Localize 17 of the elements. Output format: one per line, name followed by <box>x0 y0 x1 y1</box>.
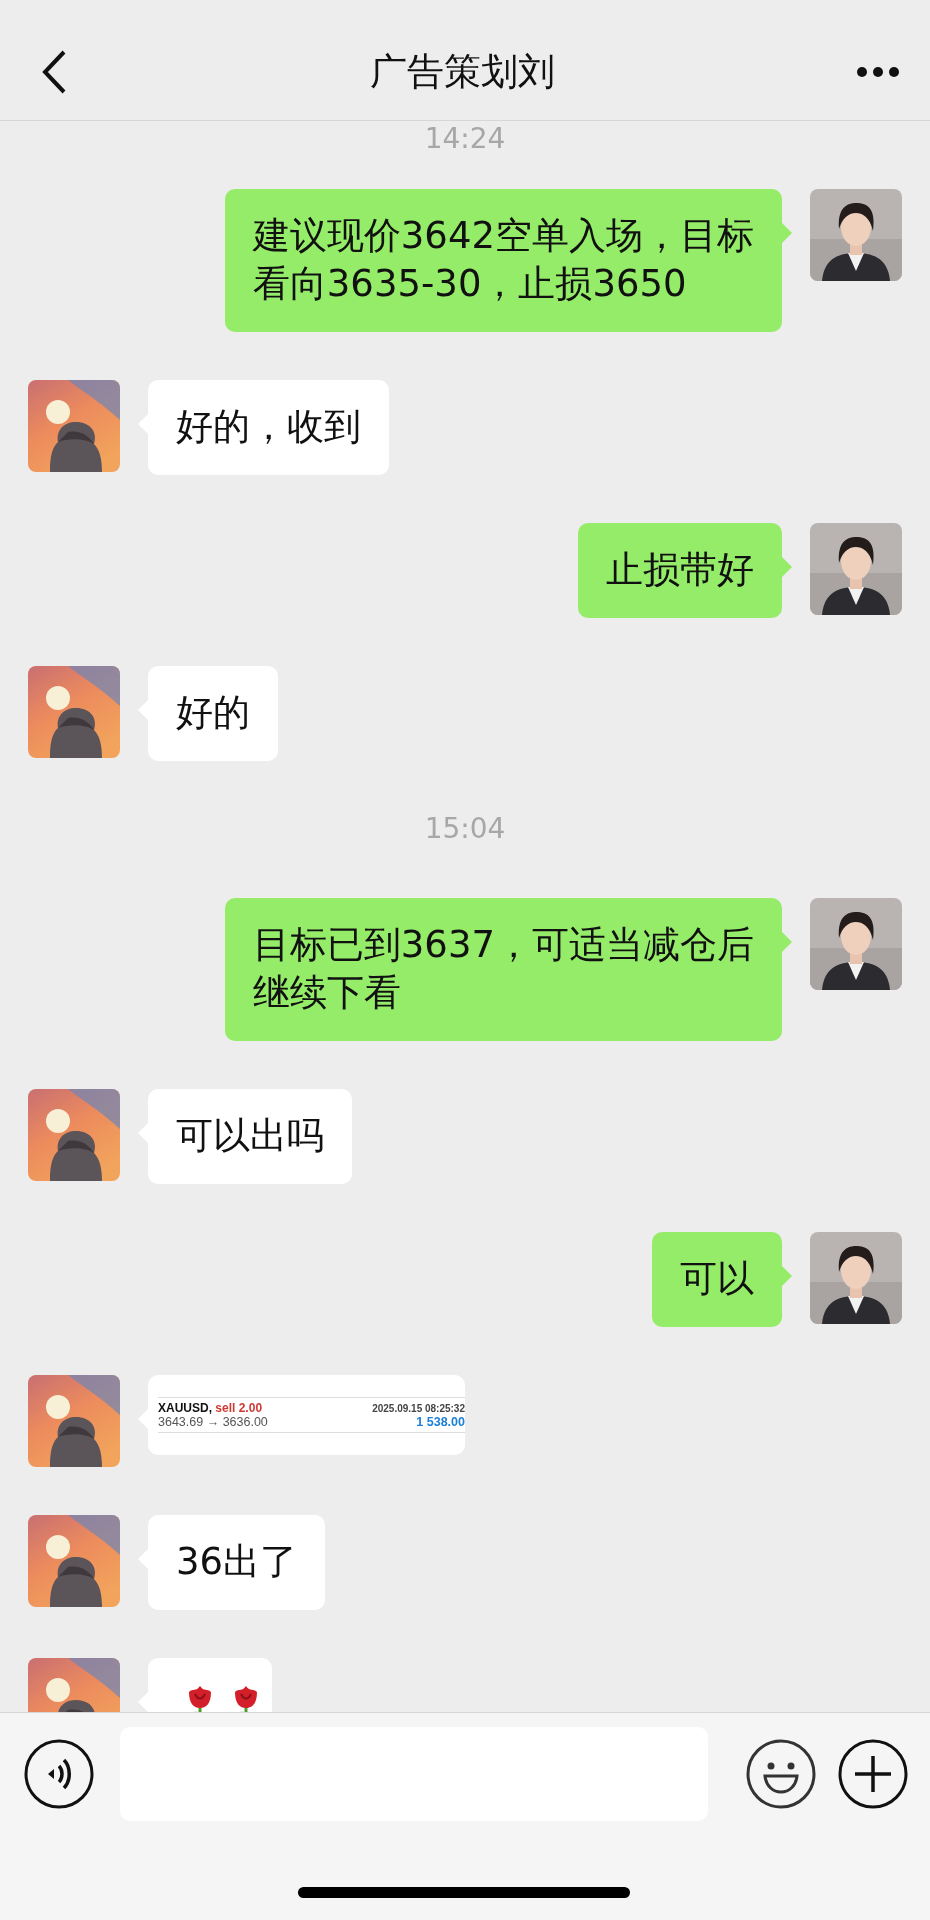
timestamp: 15:04 <box>424 811 506 847</box>
back-button[interactable] <box>40 48 68 96</box>
plus-icon <box>838 1739 908 1809</box>
back-icon <box>40 48 68 96</box>
trade-symbol: XAUUSD, sell 2.00 <box>158 1401 263 1415</box>
trade-time: 2025.09.15 08:25:32 <box>372 1403 465 1414</box>
more-icon <box>856 66 900 78</box>
timestamp: 14:24 <box>424 121 506 157</box>
add-button[interactable] <box>838 1739 908 1809</box>
trade-profit: 1 538.00 <box>416 1415 465 1429</box>
smiley-icon <box>746 1739 816 1809</box>
chat-title: 广告策划刘 <box>369 49 555 95</box>
emoji-button[interactable] <box>746 1739 816 1809</box>
more-button[interactable] <box>856 66 900 78</box>
trade-prices: 3643.69 → 3636.00 <box>158 1415 268 1429</box>
voice-button[interactable] <box>24 1739 94 1809</box>
voice-icon <box>24 1739 94 1809</box>
